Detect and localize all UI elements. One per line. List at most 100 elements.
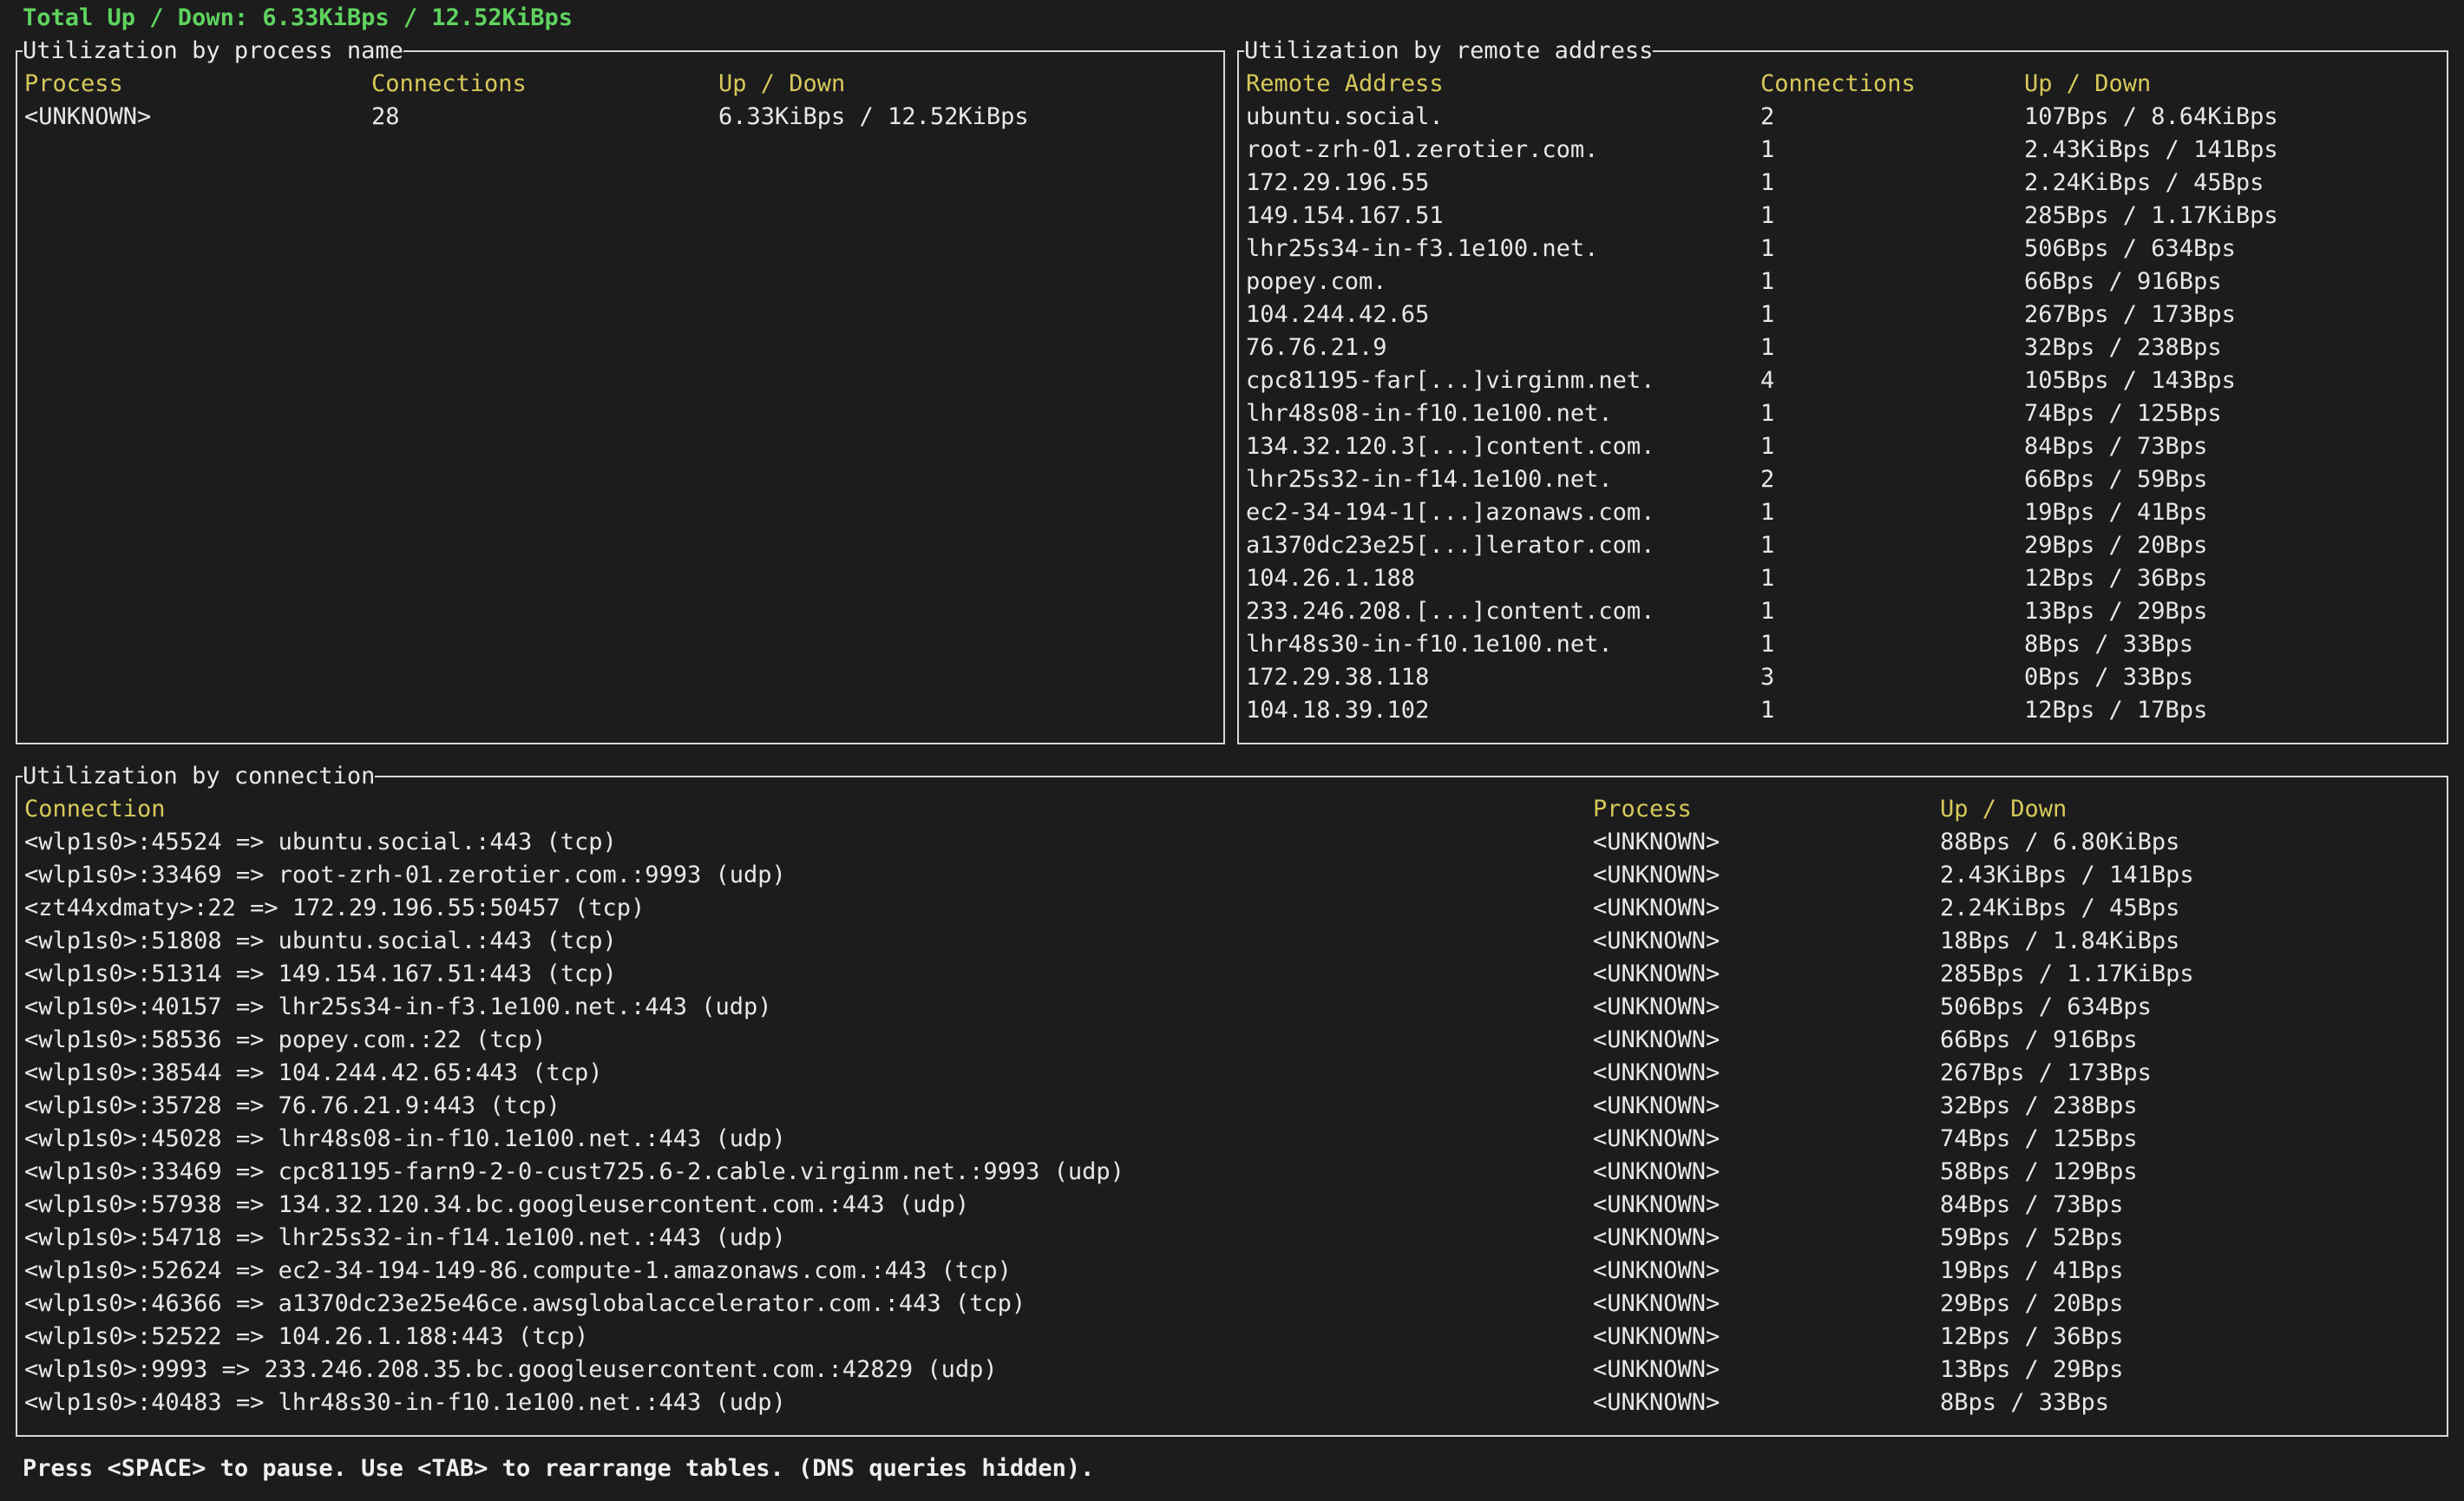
table-row: 172.29.196.55 1 2.24KiBps / 45Bps: [1246, 167, 2440, 200]
table-row: 104.26.1.188 1 12Bps / 36Bps: [1246, 562, 2440, 595]
table-cell: 2.24KiBps / 45Bps: [1940, 895, 2180, 921]
table-cell: <wlp1s0>:45028 => lhr48s08-in-f10.1e100.…: [24, 1125, 786, 1152]
table-cell: 13Bps / 29Bps: [1940, 1356, 2124, 1383]
process-panel: Utilization by process name Process Conne…: [16, 35, 1225, 744]
table-cell: 59Bps / 52Bps: [1940, 1224, 2124, 1251]
table-cell: <UNKNOWN>: [1593, 1059, 1720, 1086]
table-cell: 74Bps / 125Bps: [2024, 400, 2222, 427]
table-cell: 74Bps / 125Bps: [1940, 1125, 2138, 1152]
process-table-header: Process Connections Up / Down: [24, 68, 1216, 101]
table-cell: <UNKNOWN>: [1593, 1290, 1720, 1317]
table-cell: <zt44xdmaty>:22 => 172.29.196.55:50457 (…: [24, 895, 645, 921]
connection-panel: Utilization by connection Connection Proc…: [16, 760, 2448, 1437]
connection-table: Connection Process Up / Down <wlp1s0>:45524…: [24, 793, 2440, 1419]
table-cell: <wlp1s0>:57938 => 134.32.120.34.bc.googl…: [24, 1191, 970, 1218]
table-cell: ubuntu.social.: [1246, 103, 1444, 130]
table-cell: <UNKNOWN>: [24, 103, 152, 130]
table-cell: <wlp1s0>:51314 => 149.154.167.51:443 (tc…: [24, 960, 617, 987]
table-cell: 13Bps / 29Bps: [2024, 598, 2208, 625]
table-cell: lhr48s30-in-f10.1e100.net.: [1246, 631, 1613, 658]
table-cell: 6.33KiBps / 12.52KiBps: [718, 103, 1029, 130]
table-cell: 19Bps / 41Bps: [1940, 1257, 2124, 1284]
table-row: <zt44xdmaty>:22 => 172.29.196.55:50457 (…: [24, 892, 2440, 925]
table-cell: <UNKNOWN>: [1593, 1125, 1720, 1152]
remote-table: Remote Address Connections Up / Down ubuntu…: [1246, 68, 2440, 727]
table-cell: 1: [1760, 499, 1775, 526]
table-cell: <UNKNOWN>: [1593, 829, 1720, 855]
remote-panel-title: Utilization by remote address: [1244, 35, 1654, 68]
table-row: <UNKNOWN> 28 6.33KiBps / 12.52KiBps: [24, 101, 1216, 134]
table-cell: 233.246.208.[...]content.com.: [1246, 598, 1655, 625]
table-cell: 28: [371, 103, 400, 130]
table-row: <wlp1s0>:45028 => lhr48s08-in-f10.1e100.…: [24, 1123, 2440, 1156]
table-cell: 1: [1760, 268, 1775, 295]
table-cell: 267Bps / 173Bps: [1940, 1059, 2152, 1086]
table-cell: 12Bps / 36Bps: [1940, 1323, 2124, 1350]
column-header: Up / Down: [718, 70, 846, 97]
table-cell: 267Bps / 173Bps: [2024, 301, 2236, 328]
table-cell: lhr25s32-in-f14.1e100.net.: [1246, 466, 1613, 493]
remote-panel: Utilization by remote address Remote Add…: [1237, 35, 2448, 744]
table-cell: 107Bps / 8.64KiBps: [2024, 103, 2278, 130]
table-cell: cpc81195-far[...]virginm.net.: [1246, 367, 1655, 394]
table-cell: lhr25s34-in-f3.1e100.net.: [1246, 235, 1599, 262]
table-cell: ec2-34-194-1[...]azonaws.com.: [1246, 499, 1655, 526]
table-cell: 1: [1760, 697, 1775, 724]
table-row: <wlp1s0>:58536 => popey.com.:22 (tcp) <UN…: [24, 1024, 2440, 1057]
table-row: <wlp1s0>:33469 => root-zrh-01.zerotier.c…: [24, 859, 2440, 892]
table-cell: <UNKNOWN>: [1593, 1356, 1720, 1383]
table-cell: <UNKNOWN>: [1593, 1026, 1720, 1053]
table-cell: 2: [1760, 103, 1775, 130]
table-cell: <wlp1s0>:45524 => ubuntu.social.:443 (tc…: [24, 829, 617, 855]
table-row: ec2-34-194-1[...]azonaws.com. 1 19Bps / 41…: [1246, 496, 2440, 529]
table-cell: 104.26.1.188: [1246, 565, 1416, 592]
table-cell: 0Bps / 33Bps: [2024, 664, 2194, 691]
table-cell: root-zrh-01.zerotier.com.: [1246, 136, 1599, 163]
table-row: 172.29.38.118 3 0Bps / 33Bps: [1246, 661, 2440, 694]
table-cell: 18Bps / 1.84KiBps: [1940, 927, 2180, 954]
table-cell: 58Bps / 129Bps: [1940, 1158, 2138, 1185]
table-cell: 1: [1760, 301, 1775, 328]
table-cell: <UNKNOWN>: [1593, 1191, 1720, 1218]
column-header: Remote Address: [1246, 70, 1444, 97]
table-row: root-zrh-01.zerotier.com. 1 2.43KiBps / 14…: [1246, 134, 2440, 167]
table-cell: <wlp1s0>:38544 => 104.244.42.65:443 (tcp…: [24, 1059, 603, 1086]
table-cell: 1: [1760, 598, 1775, 625]
table-cell: <UNKNOWN>: [1593, 1224, 1720, 1251]
footer-hint: Press <SPACE> to pause. Use <TAB> to rea…: [23, 1455, 1095, 1482]
terminal-screen: Total Up / Down: 6.33KiBps / 12.52KiBps …: [0, 0, 2464, 1501]
table-cell: <UNKNOWN>: [1593, 960, 1720, 987]
table-cell: <UNKNOWN>: [1593, 1092, 1720, 1119]
column-header: Connections: [1760, 70, 1916, 97]
table-cell: 8Bps / 33Bps: [1940, 1389, 2110, 1416]
table-row: 104.244.42.65 1 267Bps / 173Bps: [1246, 298, 2440, 331]
table-cell: 2.24KiBps / 45Bps: [2024, 169, 2264, 196]
table-row: <wlp1s0>:52522 => 104.26.1.188:443 (tcp)…: [24, 1321, 2440, 1354]
table-row: 104.18.39.102 1 12Bps / 17Bps: [1246, 694, 2440, 727]
table-cell: 1: [1760, 565, 1775, 592]
table-row: <wlp1s0>:45524 => ubuntu.social.:443 (tc…: [24, 826, 2440, 859]
table-cell: <wlp1s0>:9993 => 233.246.208.35.bc.googl…: [24, 1356, 998, 1383]
table-cell: <wlp1s0>:33469 => cpc81195-farn9-2-0-cus…: [24, 1158, 1124, 1185]
table-cell: 29Bps / 20Bps: [1940, 1290, 2124, 1317]
table-row: <wlp1s0>:35728 => 76.76.21.9:443 (tcp) <U…: [24, 1090, 2440, 1123]
table-cell: <UNKNOWN>: [1593, 927, 1720, 954]
table-row: <wlp1s0>:54718 => lhr25s32-in-f14.1e100.…: [24, 1222, 2440, 1255]
table-cell: <UNKNOWN>: [1593, 993, 1720, 1020]
table-cell: 1: [1760, 631, 1775, 658]
table-cell: 2.43KiBps / 141Bps: [2024, 136, 2278, 163]
column-header: Connection: [24, 796, 166, 823]
table-cell: <wlp1s0>:51808 => ubuntu.social.:443 (tc…: [24, 927, 617, 954]
table-row: lhr25s32-in-f14.1e100.net. 2 66Bps / 59Bps: [1246, 463, 2440, 496]
table-cell: 88Bps / 6.80KiBps: [1940, 829, 2180, 855]
table-cell: 84Bps / 73Bps: [2024, 433, 2208, 460]
table-cell: 134.32.120.3[...]content.com.: [1246, 433, 1655, 460]
table-cell: 76.76.21.9: [1246, 334, 1387, 361]
table-row: <wlp1s0>:51808 => ubuntu.social.:443 (tc…: [24, 925, 2440, 958]
table-row: <wlp1s0>:40483 => lhr48s30-in-f10.1e100.…: [24, 1386, 2440, 1419]
table-cell: <wlp1s0>:52522 => 104.26.1.188:443 (tcp): [24, 1323, 589, 1350]
table-cell: <UNKNOWN>: [1593, 1323, 1720, 1350]
table-row: cpc81195-far[...]virginm.net. 4 105Bps / 1…: [1246, 364, 2440, 397]
table-cell: 4: [1760, 367, 1775, 394]
table-cell: 1: [1760, 136, 1775, 163]
